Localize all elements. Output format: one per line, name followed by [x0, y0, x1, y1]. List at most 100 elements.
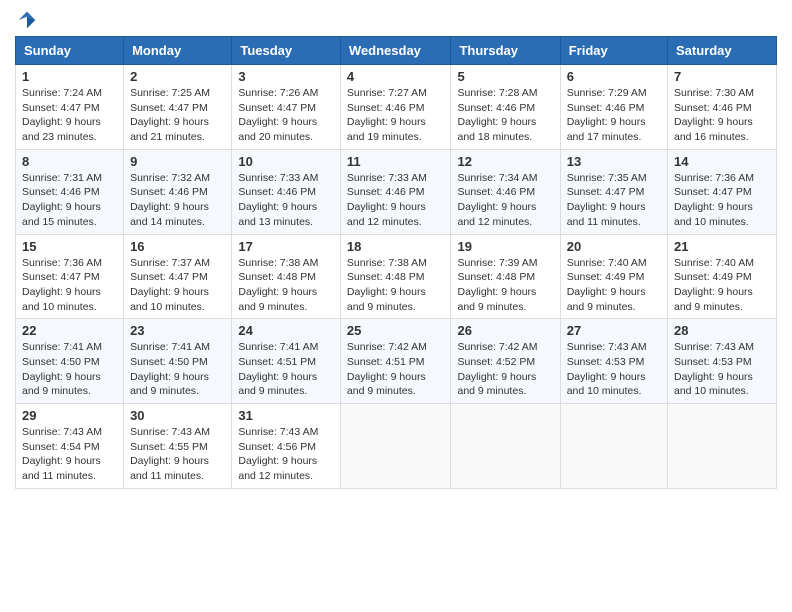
calendar-week-row: 1 Sunrise: 7:24 AM Sunset: 4:47 PM Dayli… [16, 65, 777, 150]
calendar-cell: 24 Sunrise: 7:41 AM Sunset: 4:51 PM Dayl… [232, 319, 341, 404]
calendar-cell: 4 Sunrise: 7:27 AM Sunset: 4:46 PM Dayli… [340, 65, 451, 150]
calendar-cell: 8 Sunrise: 7:31 AM Sunset: 4:46 PM Dayli… [16, 149, 124, 234]
day-info: Sunrise: 7:34 AM Sunset: 4:46 PM Dayligh… [457, 171, 553, 230]
day-number: 4 [347, 69, 445, 84]
day-number: 22 [22, 323, 117, 338]
day-info: Sunrise: 7:33 AM Sunset: 4:46 PM Dayligh… [238, 171, 334, 230]
calendar-cell: 20 Sunrise: 7:40 AM Sunset: 4:49 PM Dayl… [560, 234, 667, 319]
calendar-cell: 14 Sunrise: 7:36 AM Sunset: 4:47 PM Dayl… [668, 149, 777, 234]
day-number: 27 [567, 323, 661, 338]
day-number: 26 [457, 323, 553, 338]
day-number: 31 [238, 408, 334, 423]
page-header [15, 10, 777, 30]
day-number: 1 [22, 69, 117, 84]
calendar-cell: 25 Sunrise: 7:42 AM Sunset: 4:51 PM Dayl… [340, 319, 451, 404]
day-number: 29 [22, 408, 117, 423]
day-info: Sunrise: 7:41 AM Sunset: 4:50 PM Dayligh… [22, 340, 117, 399]
day-number: 9 [130, 154, 225, 169]
calendar-cell [340, 404, 451, 489]
day-info: Sunrise: 7:43 AM Sunset: 4:53 PM Dayligh… [567, 340, 661, 399]
calendar-cell: 22 Sunrise: 7:41 AM Sunset: 4:50 PM Dayl… [16, 319, 124, 404]
day-info: Sunrise: 7:35 AM Sunset: 4:47 PM Dayligh… [567, 171, 661, 230]
calendar-cell [560, 404, 667, 489]
day-info: Sunrise: 7:38 AM Sunset: 4:48 PM Dayligh… [347, 256, 445, 315]
day-info: Sunrise: 7:30 AM Sunset: 4:46 PM Dayligh… [674, 86, 770, 145]
day-number: 20 [567, 239, 661, 254]
day-info: Sunrise: 7:31 AM Sunset: 4:46 PM Dayligh… [22, 171, 117, 230]
calendar-header-friday: Friday [560, 37, 667, 65]
day-number: 24 [238, 323, 334, 338]
day-info: Sunrise: 7:43 AM Sunset: 4:54 PM Dayligh… [22, 425, 117, 484]
day-number: 18 [347, 239, 445, 254]
logo-icon [17, 10, 37, 30]
day-number: 10 [238, 154, 334, 169]
calendar-cell: 7 Sunrise: 7:30 AM Sunset: 4:46 PM Dayli… [668, 65, 777, 150]
calendar-header-sunday: Sunday [16, 37, 124, 65]
day-number: 14 [674, 154, 770, 169]
day-info: Sunrise: 7:25 AM Sunset: 4:47 PM Dayligh… [130, 86, 225, 145]
calendar-week-row: 22 Sunrise: 7:41 AM Sunset: 4:50 PM Dayl… [16, 319, 777, 404]
day-info: Sunrise: 7:37 AM Sunset: 4:47 PM Dayligh… [130, 256, 225, 315]
day-info: Sunrise: 7:40 AM Sunset: 4:49 PM Dayligh… [567, 256, 661, 315]
calendar-cell: 13 Sunrise: 7:35 AM Sunset: 4:47 PM Dayl… [560, 149, 667, 234]
day-number: 15 [22, 239, 117, 254]
calendar-cell: 15 Sunrise: 7:36 AM Sunset: 4:47 PM Dayl… [16, 234, 124, 319]
day-info: Sunrise: 7:40 AM Sunset: 4:49 PM Dayligh… [674, 256, 770, 315]
day-number: 16 [130, 239, 225, 254]
calendar-cell: 31 Sunrise: 7:43 AM Sunset: 4:56 PM Dayl… [232, 404, 341, 489]
day-number: 7 [674, 69, 770, 84]
calendar-cell: 29 Sunrise: 7:43 AM Sunset: 4:54 PM Dayl… [16, 404, 124, 489]
calendar-header-row: SundayMondayTuesdayWednesdayThursdayFrid… [16, 37, 777, 65]
calendar-header-thursday: Thursday [451, 37, 560, 65]
calendar-header-tuesday: Tuesday [232, 37, 341, 65]
calendar-cell: 6 Sunrise: 7:29 AM Sunset: 4:46 PM Dayli… [560, 65, 667, 150]
calendar-header-saturday: Saturday [668, 37, 777, 65]
calendar-cell: 23 Sunrise: 7:41 AM Sunset: 4:50 PM Dayl… [124, 319, 232, 404]
calendar-cell: 21 Sunrise: 7:40 AM Sunset: 4:49 PM Dayl… [668, 234, 777, 319]
calendar-cell: 18 Sunrise: 7:38 AM Sunset: 4:48 PM Dayl… [340, 234, 451, 319]
day-number: 6 [567, 69, 661, 84]
calendar-cell: 28 Sunrise: 7:43 AM Sunset: 4:53 PM Dayl… [668, 319, 777, 404]
day-number: 17 [238, 239, 334, 254]
day-number: 3 [238, 69, 334, 84]
day-number: 25 [347, 323, 445, 338]
day-info: Sunrise: 7:36 AM Sunset: 4:47 PM Dayligh… [22, 256, 117, 315]
calendar-cell: 11 Sunrise: 7:33 AM Sunset: 4:46 PM Dayl… [340, 149, 451, 234]
day-info: Sunrise: 7:42 AM Sunset: 4:52 PM Dayligh… [457, 340, 553, 399]
day-info: Sunrise: 7:38 AM Sunset: 4:48 PM Dayligh… [238, 256, 334, 315]
day-number: 11 [347, 154, 445, 169]
calendar-cell: 17 Sunrise: 7:38 AM Sunset: 4:48 PM Dayl… [232, 234, 341, 319]
day-info: Sunrise: 7:43 AM Sunset: 4:56 PM Dayligh… [238, 425, 334, 484]
calendar-header-wednesday: Wednesday [340, 37, 451, 65]
calendar-cell: 27 Sunrise: 7:43 AM Sunset: 4:53 PM Dayl… [560, 319, 667, 404]
logo [15, 10, 37, 30]
day-number: 5 [457, 69, 553, 84]
day-info: Sunrise: 7:24 AM Sunset: 4:47 PM Dayligh… [22, 86, 117, 145]
calendar-week-row: 29 Sunrise: 7:43 AM Sunset: 4:54 PM Dayl… [16, 404, 777, 489]
calendar-cell: 19 Sunrise: 7:39 AM Sunset: 4:48 PM Dayl… [451, 234, 560, 319]
calendar-cell [668, 404, 777, 489]
calendar-cell [451, 404, 560, 489]
day-number: 8 [22, 154, 117, 169]
day-number: 13 [567, 154, 661, 169]
day-info: Sunrise: 7:36 AM Sunset: 4:47 PM Dayligh… [674, 171, 770, 230]
calendar-week-row: 8 Sunrise: 7:31 AM Sunset: 4:46 PM Dayli… [16, 149, 777, 234]
day-info: Sunrise: 7:43 AM Sunset: 4:55 PM Dayligh… [130, 425, 225, 484]
calendar-cell: 9 Sunrise: 7:32 AM Sunset: 4:46 PM Dayli… [124, 149, 232, 234]
day-info: Sunrise: 7:32 AM Sunset: 4:46 PM Dayligh… [130, 171, 225, 230]
calendar-cell: 1 Sunrise: 7:24 AM Sunset: 4:47 PM Dayli… [16, 65, 124, 150]
day-info: Sunrise: 7:39 AM Sunset: 4:48 PM Dayligh… [457, 256, 553, 315]
day-info: Sunrise: 7:28 AM Sunset: 4:46 PM Dayligh… [457, 86, 553, 145]
day-number: 23 [130, 323, 225, 338]
day-info: Sunrise: 7:41 AM Sunset: 4:50 PM Dayligh… [130, 340, 225, 399]
calendar-cell: 2 Sunrise: 7:25 AM Sunset: 4:47 PM Dayli… [124, 65, 232, 150]
calendar-week-row: 15 Sunrise: 7:36 AM Sunset: 4:47 PM Dayl… [16, 234, 777, 319]
calendar-cell: 3 Sunrise: 7:26 AM Sunset: 4:47 PM Dayli… [232, 65, 341, 150]
day-info: Sunrise: 7:26 AM Sunset: 4:47 PM Dayligh… [238, 86, 334, 145]
day-number: 2 [130, 69, 225, 84]
day-info: Sunrise: 7:43 AM Sunset: 4:53 PM Dayligh… [674, 340, 770, 399]
day-number: 19 [457, 239, 553, 254]
day-info: Sunrise: 7:41 AM Sunset: 4:51 PM Dayligh… [238, 340, 334, 399]
calendar-header-monday: Monday [124, 37, 232, 65]
calendar-cell: 12 Sunrise: 7:34 AM Sunset: 4:46 PM Dayl… [451, 149, 560, 234]
